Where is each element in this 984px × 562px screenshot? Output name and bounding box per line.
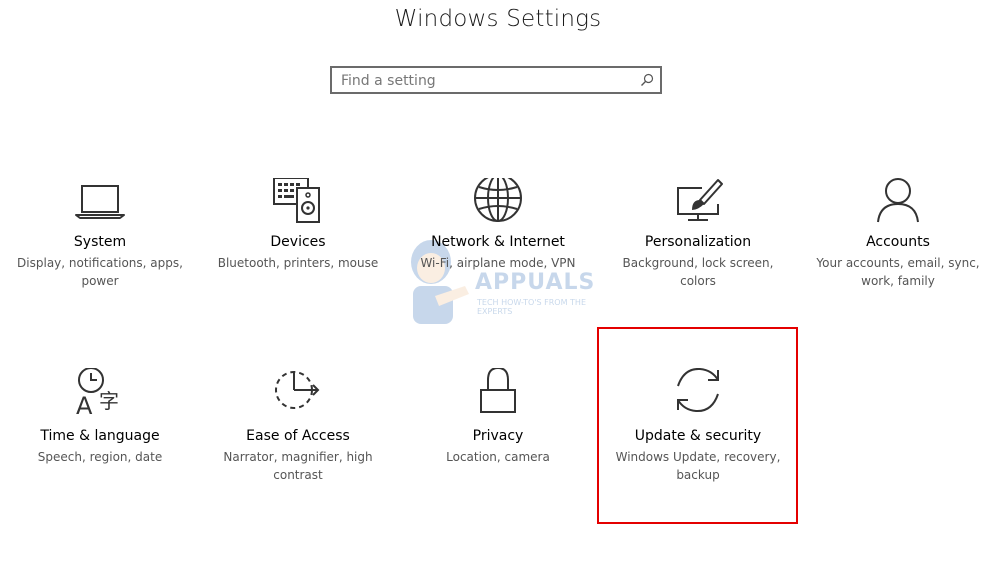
page-title: Windows Settings xyxy=(394,6,602,32)
tile-description: Bluetooth, printers, mouse xyxy=(217,256,379,270)
tile-personalization[interactable]: Personalization Background, lock screen,… xyxy=(598,178,798,308)
search-input[interactable] xyxy=(341,71,631,91)
tile-description: Location, camera xyxy=(446,450,550,464)
tile-update-security[interactable]: Update & security Windows Update, recove… xyxy=(598,368,798,498)
tile-description: Your accounts, email, sync, work, family xyxy=(816,256,980,288)
tile-description: Background, lock screen, colors xyxy=(622,256,774,288)
tile-title: Accounts xyxy=(866,234,930,250)
paintbrush-monitor-icon xyxy=(677,179,723,221)
tile-ease-of-access[interactable]: Ease of Access Narrator, magnifier, high… xyxy=(198,368,398,498)
tile-devices[interactable]: Devices Bluetooth, printers, mouse xyxy=(198,178,398,308)
tile-time-language[interactable]: A 字 Time & language Speech, region, date xyxy=(0,368,200,498)
tile-description: Narrator, magnifier, high contrast xyxy=(223,450,373,482)
tile-title: Privacy xyxy=(472,428,524,444)
tile-title: Devices xyxy=(270,234,326,250)
globe-icon xyxy=(474,178,522,222)
tile-title: Personalization xyxy=(644,234,752,250)
lock-icon xyxy=(480,368,516,413)
search-box[interactable] xyxy=(330,66,662,94)
tile-description: Display, notifications, apps, power xyxy=(17,256,183,288)
sync-arrows-icon xyxy=(677,368,719,413)
tile-title: Update & security xyxy=(634,428,762,444)
tile-system[interactable]: System Display, notifications, apps, pow… xyxy=(0,178,200,308)
laptop-icon xyxy=(75,185,125,219)
svg-text:字: 字 xyxy=(99,389,119,413)
tile-network-internet[interactable]: Network & Internet Wi-Fi, airplane mode,… xyxy=(398,178,598,308)
person-icon xyxy=(877,178,919,223)
svg-text:A: A xyxy=(76,392,93,420)
devices-icon xyxy=(273,178,320,223)
tile-title: Network & Internet xyxy=(431,234,565,250)
search-icon[interactable] xyxy=(640,73,654,87)
tile-description: Speech, region, date xyxy=(37,450,163,464)
tile-privacy[interactable]: Privacy Location, camera xyxy=(398,368,598,498)
time-language-icon: A 字 xyxy=(76,368,119,420)
tile-description: Wi-Fi, airplane mode, VPN xyxy=(420,256,576,270)
tile-title: Time & language xyxy=(40,428,160,444)
tile-title: System xyxy=(73,234,127,250)
tile-accounts[interactable]: Accounts Your accounts, email, sync, wor… xyxy=(798,178,984,308)
tile-title: Ease of Access xyxy=(246,428,350,444)
tile-description: Windows Update, recovery, backup xyxy=(615,450,781,482)
ease-of-access-icon xyxy=(275,371,320,409)
